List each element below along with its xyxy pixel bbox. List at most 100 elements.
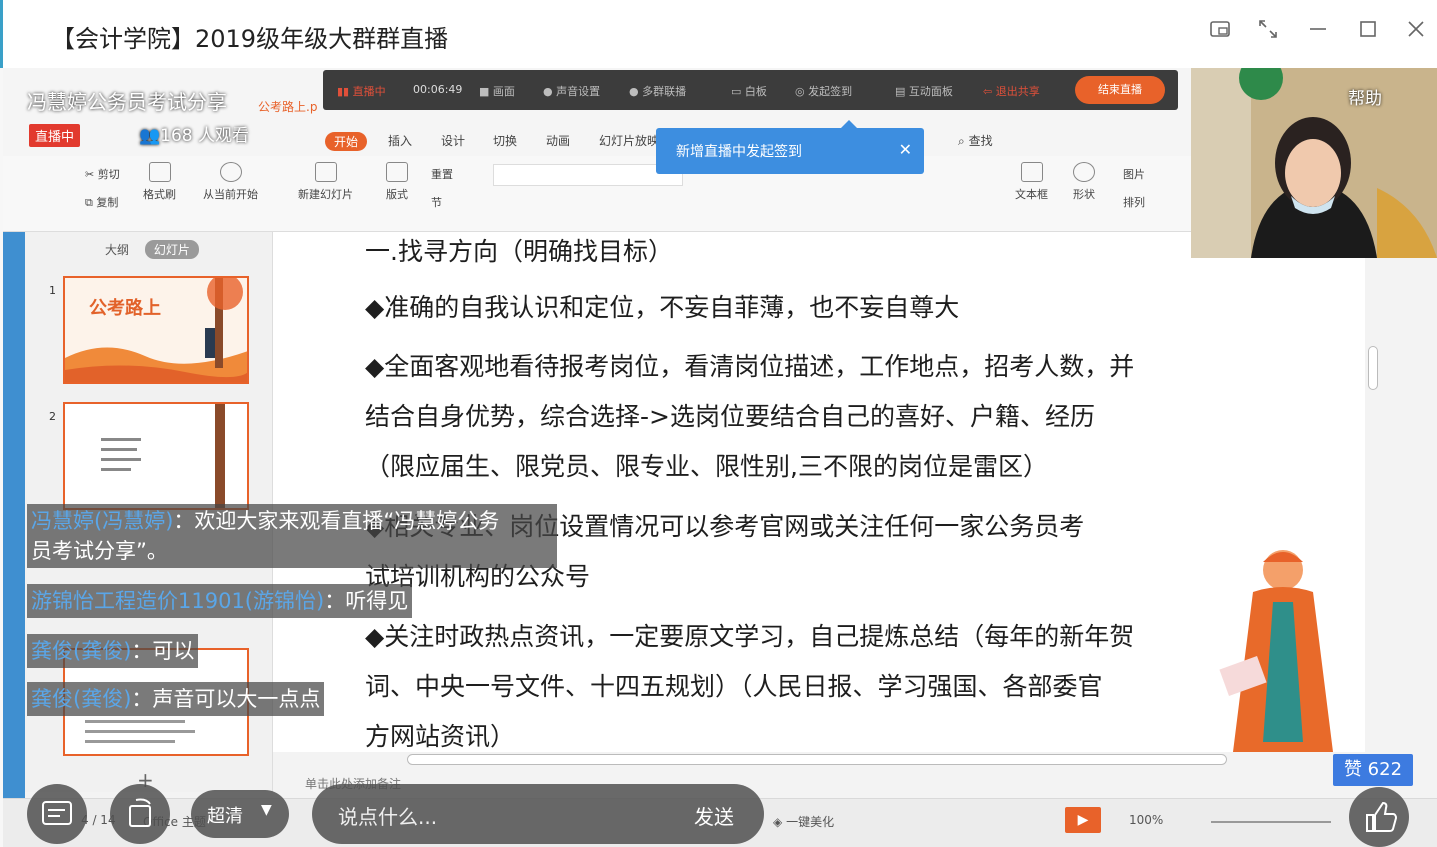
slide-line-2: ◆全面客观地看待报考岗位，看清岗位描述，工作地点，招考人数，并 <box>365 352 1135 381</box>
chat-message: 龚俊(龚俊)：可以 <box>27 634 199 668</box>
picture-button[interactable]: 图片 <box>1123 166 1145 182</box>
shape-button[interactable]: 形状 <box>1073 162 1095 202</box>
whiteboard-icon: ▭ <box>731 85 742 98</box>
search-tab[interactable]: ⌕ 查找 <box>958 132 993 149</box>
play-icon <box>219 162 242 182</box>
horizontal-scrollbar[interactable] <box>273 752 1365 768</box>
tab-insert[interactable]: 插入 <box>388 132 412 149</box>
chat-icon: ▤ <box>895 85 906 98</box>
chat-text: ：欢迎大家来观看直播“冯慧婷公务 <box>173 509 500 533</box>
chat-author[interactable]: 冯慧婷(冯慧婷) <box>31 509 173 533</box>
slide-thumb-2[interactable] <box>63 402 249 510</box>
toast-text: 新增直播中发起签到 <box>676 144 802 160</box>
font-select[interactable] <box>493 164 683 186</box>
chat-author[interactable]: 龚俊(龚俊) <box>31 639 131 663</box>
chat-message: 龚俊(龚俊)：声音可以大一点点 <box>27 682 325 716</box>
signal-icon: ▮▮ <box>337 85 350 98</box>
chat-author[interactable]: 游锦怡工程造价11901(游锦怡) <box>31 589 324 613</box>
audio-settings-button[interactable]: ● 声音设置 <box>543 83 600 99</box>
textbox-icon <box>1020 162 1043 182</box>
chat-message: 游锦怡工程造价11901(游锦怡)：听得见 <box>27 584 413 618</box>
picture-label: 图片 <box>1123 168 1145 181</box>
layout-button[interactable]: 版式 <box>386 162 408 202</box>
rotate-button[interactable] <box>110 784 170 844</box>
tab-slideshow[interactable]: 幻灯片放映 <box>599 132 659 149</box>
copy-button[interactable]: ⧉ 复制 <box>85 194 118 210</box>
chat-text: ：声音可以大一点点 <box>131 687 321 711</box>
slide-line-7: ◆关注时政热点资讯，一定要原文学习，自己提炼总结（每年的新年贺 <box>365 622 1135 651</box>
tab-home[interactable]: 开始 <box>325 132 368 151</box>
reset-button[interactable]: 重置 <box>431 166 453 182</box>
help-button[interactable]: 帮助 <box>1348 84 1382 109</box>
minimize-icon[interactable] <box>1303 18 1333 48</box>
vertical-scroll-thumb[interactable] <box>1368 346 1378 390</box>
textbox-label: 文本框 <box>1015 188 1048 201</box>
vertical-scrollbar[interactable] <box>1365 232 1385 822</box>
horizontal-scroll-thumb[interactable] <box>407 754 1227 765</box>
tab-animation[interactable]: 动画 <box>546 132 570 149</box>
thumb-title: 公考路上 <box>89 298 161 319</box>
zoom-slider[interactable] <box>1211 821 1331 823</box>
slide-thumb-1[interactable]: 公考路上 <box>63 276 249 384</box>
like-count[interactable]: 赞 622 <box>1333 754 1413 786</box>
shape-label: 形状 <box>1073 188 1095 201</box>
microphone-icon: ● <box>543 85 553 98</box>
multi-group-button[interactable]: ● 多群联播 <box>629 83 686 99</box>
new-slide-icon <box>314 162 337 182</box>
slide-line-9: 方网站资讯） <box>365 722 516 751</box>
stop-sharing-button[interactable]: ⇦ 退出共享 <box>983 83 1040 99</box>
pip-icon[interactable] <box>1205 18 1235 48</box>
live-window: 【会计学院】2019级年级大群群直播 公考路上.p 开始 插入 设计 切换 动画… <box>0 0 1437 847</box>
slideshow-play-icon[interactable]: ▶ <box>1065 807 1101 833</box>
check-in-button[interactable]: ◎ 发起签到 <box>795 83 852 99</box>
tab-transition[interactable]: 切换 <box>493 132 517 149</box>
copy-icon: ⧉ <box>85 196 93 209</box>
slides-tab[interactable]: 幻灯片 <box>144 240 199 259</box>
slide-canvas: 一.找寻方向（明确找目标） ◆准确的自我认识和定位，不妄自菲薄，也不妄自尊大 ◆… <box>273 232 1365 752</box>
brush-icon <box>148 162 171 182</box>
play-from-current-button[interactable]: 从当前开始 <box>203 162 258 202</box>
comment-input[interactable]: 说点什么... <box>338 801 437 830</box>
layout-icon <box>386 162 408 182</box>
format-painter-button[interactable]: 格式刷 <box>143 162 176 202</box>
camera-button[interactable]: ■ 画面 <box>479 83 515 99</box>
send-button[interactable]: 发送 <box>694 801 734 830</box>
slide-line-8: 词、中央一号文件、十四五规划）（人民日报、学习强国、各部委官 <box>365 672 1103 701</box>
end-live-button[interactable]: 结束直播 <box>1075 76 1165 104</box>
live-status-label: 直播中 <box>352 85 386 98</box>
multi-group-label: 多群联播 <box>642 85 687 98</box>
pane-tabs: 大纲 幻灯片 <box>105 240 199 259</box>
whiteboard-button[interactable]: ▭ 白板 <box>731 83 767 99</box>
ppt-file-tab[interactable]: 公考路上.p <box>258 98 317 115</box>
search-icon: ⌕ <box>958 134 965 148</box>
comment-bar[interactable]: 说点什么... 发送 <box>312 784 764 844</box>
maximize-icon[interactable] <box>1353 18 1383 48</box>
reset-label: 重置 <box>431 168 453 181</box>
arrange-button[interactable]: 排列 <box>1123 194 1145 210</box>
scissors-icon: ✂ <box>85 168 95 181</box>
toast-close-icon[interactable]: ✕ <box>899 140 912 159</box>
interaction-panel-button[interactable]: ▤ 互动面板 <box>895 83 953 99</box>
quality-select[interactable]: 超清 ▼ <box>191 790 289 838</box>
section-button[interactable]: 节 <box>431 194 442 210</box>
slide-line-1: ◆准确的自我认识和定位，不妄自菲薄，也不妄自尊大 <box>365 293 960 322</box>
tab-design[interactable]: 设计 <box>441 132 465 149</box>
expand-icon[interactable] <box>1253 18 1283 48</box>
live-badge: 直播中 <box>29 124 81 147</box>
chat-text: ：听得见 <box>324 589 409 613</box>
chat-text-cont: 员考试分享”。 <box>31 539 168 563</box>
new-slide-button[interactable]: 新建幻灯片 <box>298 162 353 202</box>
subtitle-toggle-button[interactable] <box>27 784 87 844</box>
stop-sharing-label: 退出共享 <box>995 85 1040 98</box>
cut-label: 剪切 <box>97 168 120 181</box>
like-button[interactable] <box>1349 787 1409 847</box>
zoom-level[interactable]: 100% <box>1129 813 1163 827</box>
chat-author[interactable]: 龚俊(龚俊) <box>31 687 131 711</box>
outline-tab[interactable]: 大纲 <box>105 243 129 257</box>
textbox-button[interactable]: 文本框 <box>1015 162 1048 202</box>
close-icon[interactable] <box>1401 18 1431 48</box>
cut-button[interactable]: ✂ 剪切 <box>85 166 120 182</box>
location-icon: ◎ <box>795 85 805 98</box>
viewer-count: 👥168 人观看 <box>139 121 249 146</box>
beautify-button[interactable]: ◈ 一键美化 <box>773 813 834 830</box>
